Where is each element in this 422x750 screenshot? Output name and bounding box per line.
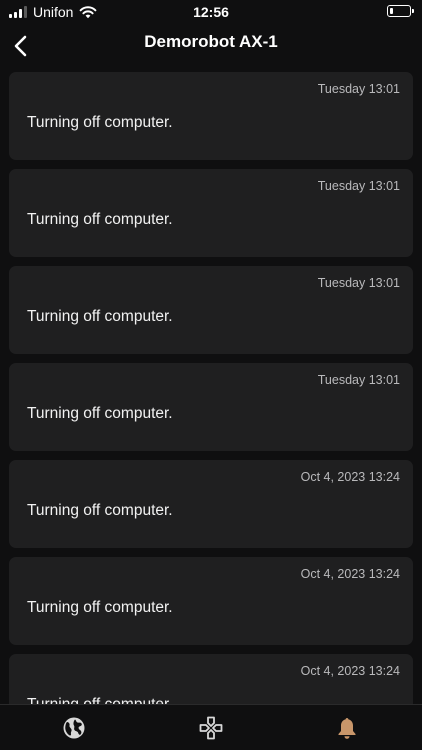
notification-list[interactable]: Tuesday 13:01 Turning off computer. Tuesda… bbox=[9, 72, 413, 704]
battery-level bbox=[390, 8, 393, 14]
notification-timestamp: Tuesday 13:01 bbox=[317, 82, 400, 96]
notification-message: Turning off computer. bbox=[27, 696, 173, 704]
notification-timestamp: Tuesday 13:01 bbox=[317, 276, 400, 290]
bell-icon bbox=[338, 718, 356, 739]
notification-message: Turning off computer. bbox=[27, 502, 173, 519]
notification-timestamp: Oct 4, 2023 13:24 bbox=[300, 567, 400, 581]
status-bar: Unifon 12:56 bbox=[0, 0, 422, 26]
page-title: Demorobot AX-1 bbox=[144, 32, 278, 51]
notification-timestamp: Tuesday 13:01 bbox=[317, 179, 400, 193]
notification-card[interactable]: Tuesday 13:01 Turning off computer. bbox=[9, 363, 413, 451]
notification-card[interactable]: Oct 4, 2023 13:24 Turning off computer. bbox=[9, 460, 413, 548]
tab-gamepad[interactable] bbox=[198, 715, 224, 741]
battery-icon bbox=[387, 5, 414, 17]
notification-timestamp: Tuesday 13:01 bbox=[317, 373, 400, 387]
notification-message: Turning off computer. bbox=[27, 114, 173, 131]
notification-card[interactable]: Tuesday 13:01 Turning off computer. bbox=[9, 266, 413, 354]
notification-message: Turning off computer. bbox=[27, 405, 173, 422]
tab-bell[interactable] bbox=[334, 715, 360, 741]
tab-bar bbox=[0, 704, 422, 750]
notification-timestamp: Oct 4, 2023 13:24 bbox=[300, 470, 400, 484]
globe-icon bbox=[63, 717, 85, 739]
notification-card[interactable]: Tuesday 13:01 Turning off computer. bbox=[9, 169, 413, 257]
tab-globe[interactable] bbox=[61, 715, 87, 741]
notification-card[interactable]: Oct 4, 2023 13:24 Turning off computer. bbox=[9, 654, 413, 704]
status-time: 12:56 bbox=[193, 4, 229, 20]
notification-message: Turning off computer. bbox=[27, 308, 173, 325]
notification-message: Turning off computer. bbox=[27, 599, 173, 616]
notification-card[interactable]: Tuesday 13:01 Turning off computer. bbox=[9, 72, 413, 160]
header: Demorobot AX-1 bbox=[0, 26, 422, 66]
notification-message: Turning off computer. bbox=[27, 211, 173, 228]
notification-card[interactable]: Oct 4, 2023 13:24 Turning off computer. bbox=[9, 557, 413, 645]
notification-timestamp: Oct 4, 2023 13:24 bbox=[300, 664, 400, 678]
gamepad-icon bbox=[199, 716, 223, 740]
